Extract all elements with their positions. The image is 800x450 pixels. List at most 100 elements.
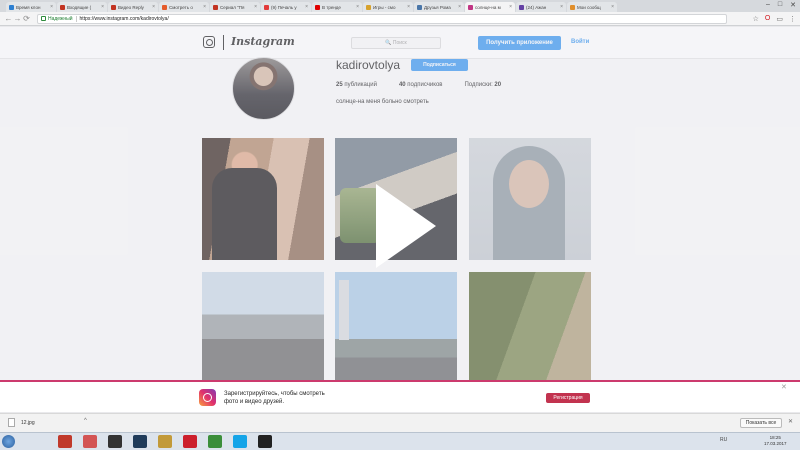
tab-favicon-icon	[366, 4, 371, 10]
tab-favicon-icon	[60, 4, 65, 10]
back-icon[interactable]: ←	[4, 14, 13, 23]
following-stat[interactable]: Подписки: 20	[464, 82, 501, 88]
tab-favicon-icon	[162, 4, 167, 10]
tab-close-icon[interactable]: ×	[152, 4, 155, 10]
tab-close-icon[interactable]: ×	[407, 4, 410, 10]
tab-label: Сериал "Пя	[220, 4, 245, 10]
tab-close-icon[interactable]: ×	[560, 4, 563, 10]
tab-label: (9) Печаль у	[271, 4, 297, 10]
post-thumbnail[interactable]	[202, 138, 324, 260]
address-separator	[75, 15, 77, 22]
tab-close-icon[interactable]: ×	[101, 4, 104, 10]
tab-close-icon[interactable]: ×	[254, 4, 257, 10]
follow-button[interactable]: Подписаться	[411, 59, 468, 71]
profile-stats: 25 публикаций 40 подписчиков Подписки: 2…	[336, 82, 523, 88]
post-thumbnail[interactable]	[469, 138, 591, 260]
followers-stat[interactable]: 40 подписчиков	[399, 82, 443, 88]
cast-icon[interactable]: ▭	[776, 15, 783, 23]
browser-tab[interactable]: Время клон ×	[6, 2, 56, 12]
browser-tab[interactable]: Видео Reply ×	[108, 2, 158, 12]
browser-tab[interactable]: (24) Ажан ×	[516, 2, 566, 12]
browser-tab[interactable]: Сериал "Пя ×	[210, 2, 260, 12]
browser-toolbar: ← → ⟳ Надежный https://www.instagram.com…	[0, 12, 800, 26]
tab-close-icon[interactable]: ×	[458, 4, 461, 10]
signup-banner: Зарегистрируйтесь, чтобы смотреть фото и…	[0, 380, 800, 412]
downloads-close-icon[interactable]: ✕	[788, 418, 793, 425]
tab-close-icon[interactable]: ×	[611, 4, 614, 10]
reload-icon[interactable]: ⟳	[22, 14, 31, 23]
post-thumbnail[interactable]	[335, 272, 457, 380]
chrome-red-icon[interactable]	[83, 435, 97, 448]
tab-close-icon[interactable]: ×	[203, 4, 206, 10]
tab-favicon-icon	[519, 4, 524, 10]
start-button[interactable]	[2, 435, 15, 448]
tab-favicon-icon	[9, 4, 14, 10]
banner-close-icon[interactable]: ✕	[781, 383, 787, 391]
window-controls: – □ ✕	[766, 1, 796, 9]
forward-icon[interactable]: →	[13, 14, 22, 23]
photoshop-icon[interactable]	[133, 435, 147, 448]
chevron-up-icon[interactable]: ^	[84, 418, 87, 424]
post-thumbnail[interactable]	[469, 272, 591, 380]
browser-tab[interactable]: Входящие ( ×	[57, 2, 107, 12]
followers-label: подписчиков	[405, 82, 443, 88]
tab-favicon-icon	[264, 4, 269, 10]
explorer-icon[interactable]	[158, 435, 172, 448]
opera-extension-icon[interactable]: O	[765, 15, 770, 23]
profile-bio: солнце-на меня больно смотреть	[336, 99, 429, 105]
tab-label: (24) Ажан	[526, 4, 547, 10]
posts-count: 25	[336, 82, 343, 88]
secure-label: Надежный	[48, 15, 73, 22]
player-icon[interactable]	[258, 435, 272, 448]
browser-tab[interactable]: В тренде ×	[312, 2, 362, 12]
minimize-button[interactable]: –	[766, 1, 770, 9]
tab-label: Входящие (	[67, 4, 92, 10]
tab-close-icon[interactable]: ×	[509, 4, 512, 10]
tab-label: Друзья Рома	[424, 4, 451, 10]
browser-tab[interactable]: Игры - смо ×	[363, 2, 413, 12]
following-label: Подписки:	[464, 82, 495, 88]
register-button[interactable]: Регистрация	[546, 393, 590, 403]
posts-label: публикаций	[342, 82, 377, 88]
lock-icon	[41, 16, 46, 21]
maximize-button[interactable]: □	[778, 1, 782, 9]
menu-icon[interactable]: ⋮	[789, 15, 796, 23]
download-file-name[interactable]: 12.jpg	[21, 420, 35, 426]
skype-icon[interactable]	[233, 435, 247, 448]
system-clock[interactable]: 18:25 17.03.2017	[764, 435, 787, 447]
language-indicator[interactable]: RU	[720, 437, 727, 443]
tab-favicon-icon	[213, 4, 218, 10]
play-icon[interactable]	[376, 184, 436, 268]
toolbar-icons: ☆ O ▭ ⋮	[753, 15, 796, 23]
following-count: 20	[494, 82, 502, 88]
bookmark-star-icon[interactable]: ☆	[753, 15, 759, 23]
windows-taskbar: RU 18:25 17.03.2017	[0, 432, 800, 450]
browser-tab-strip: Время клон × Входящие (× Видео Reply × Смотре…	[0, 0, 800, 12]
browser-tab[interactable]: Смотреть о ×	[159, 2, 209, 12]
browser-tab[interactable]: солнце-на м ×	[465, 2, 515, 12]
instagram-app-icon	[199, 389, 216, 406]
tab-favicon-icon	[468, 4, 473, 10]
browser-tab[interactable]: (9) Печаль у ×	[261, 2, 311, 12]
chrome-icon[interactable]	[208, 435, 222, 448]
file-icon[interactable]	[8, 418, 15, 427]
address-bar[interactable]: Надежный https://www.instagram.com/kadir…	[37, 13, 727, 24]
clock-date: 17.03.2017	[764, 441, 787, 446]
tab-close-icon[interactable]: ×	[305, 4, 308, 10]
post-thumbnail[interactable]	[202, 272, 324, 380]
tab-label: Время клон	[16, 4, 41, 10]
download-app-icon[interactable]	[58, 435, 72, 448]
tab-favicon-icon	[315, 4, 320, 10]
url-text[interactable]: https://www.instagram.com/kadirovtolya/	[80, 16, 169, 22]
opera-icon[interactable]	[183, 435, 197, 448]
show-all-downloads-button[interactable]: Показать все	[740, 418, 782, 428]
tab-label: солнце-на м	[475, 4, 501, 10]
browser-tab[interactable]: Мои сообщ ×	[567, 2, 617, 12]
profile-avatar[interactable]	[232, 57, 295, 120]
media-app-icon[interactable]	[108, 435, 122, 448]
close-window-button[interactable]: ✕	[790, 1, 796, 9]
posts-stat[interactable]: 25 публикаций	[336, 82, 377, 88]
tab-close-icon[interactable]: ×	[50, 4, 53, 10]
browser-tab[interactable]: Друзья Рома ×	[414, 2, 464, 12]
tab-close-icon[interactable]: ×	[356, 4, 359, 10]
